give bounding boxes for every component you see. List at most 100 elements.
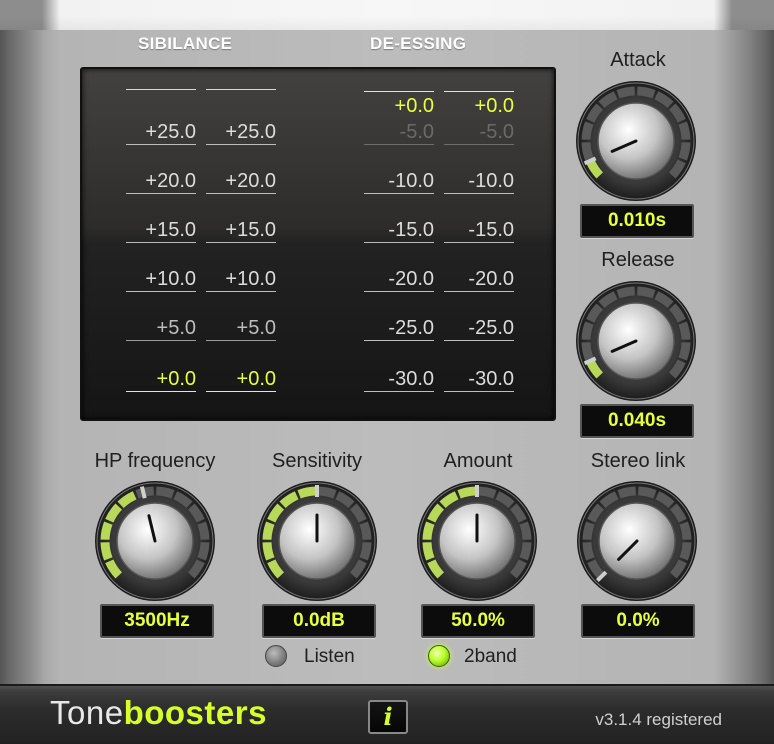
knob-ring-segment: [679, 521, 692, 540]
release-knob[interactable]: [575, 280, 697, 402]
sibilance-tick-right: +25.0: [206, 121, 276, 145]
toneboosters-logo: Toneboosters: [50, 694, 267, 732]
info-icon: i: [383, 702, 393, 731]
knob-ring-segment: [422, 542, 435, 561]
stereo-link-value-display: 0.0%: [581, 604, 695, 638]
sibilance-tick-left: +25.0: [126, 121, 196, 145]
knob-ring-segment: [100, 521, 113, 540]
footer-bar: Toneboosters i v3.1.4 registered: [0, 684, 774, 744]
version-label: v3.1.4 registered: [595, 710, 722, 729]
sensitivity-knob[interactable]: [256, 480, 378, 602]
sibilance-meter-top-line-left: [126, 89, 196, 90]
knob-ring-segment: [582, 521, 595, 540]
sibilance-tick-left: +5.0: [126, 317, 196, 341]
knob-ring-segment: [262, 521, 275, 540]
top-strip: [0, 0, 774, 30]
knob-ring-segment: [478, 486, 497, 499]
sibilance-tick-right: +15.0: [206, 219, 276, 243]
knob-ring-segment: [197, 521, 210, 540]
deessing-tick-right: -5.0: [444, 121, 514, 145]
2band-led-icon[interactable]: [428, 645, 450, 667]
sibilance-tick-left: +20.0: [126, 170, 196, 194]
attack-value-display: 0.010s: [580, 204, 694, 238]
knob-ring-segment: [678, 121, 691, 140]
knob-ring-segment: [519, 542, 532, 561]
knob-ring-segment: [581, 321, 594, 340]
hp-frequency-label: HP frequency: [94, 450, 216, 472]
hp-knob-graphic: [95, 481, 215, 601]
knob-ring-segment: [678, 342, 691, 361]
sibilance-tick-left: +10.0: [126, 268, 196, 292]
knob-ring-segment: [318, 486, 337, 499]
hp-frequency-knob[interactable]: [94, 480, 216, 602]
sensitivity-value-display: 0.0dB: [262, 604, 376, 638]
knob-ring-segment: [679, 542, 692, 561]
sibilance-tick-left: +15.0: [126, 219, 196, 243]
sibilance-tick-right: +20.0: [206, 170, 276, 194]
deessing-tick-left: -5.0: [364, 121, 434, 145]
sibilance-tick-right-active: +0.0: [206, 368, 276, 392]
knob-ring-segment: [617, 486, 636, 499]
deessing-title: DE-ESSING: [370, 34, 467, 53]
deessing-tick-left: -15.0: [364, 219, 434, 243]
attack-label: Attack: [610, 49, 666, 71]
stereo-knob-graphic: [577, 481, 697, 601]
logo-text-part2: boosters: [123, 694, 267, 731]
deessing-tick-left-active: +0.0: [394, 95, 434, 117]
knob-ring-segment: [678, 142, 691, 161]
deessing-tick-left: -30.0: [364, 368, 434, 392]
deessing-tick-right: -15.0: [444, 219, 514, 243]
stereo-link-knob[interactable]: [576, 480, 698, 602]
knob-ring-segment: [616, 286, 635, 299]
deessing-meter-top-line-right: [444, 91, 514, 92]
amount-knob-graphic: [417, 481, 537, 601]
release-value-display: 0.040s: [580, 404, 694, 438]
knob-ring-segment: [637, 86, 656, 99]
deessing-tick-right: -30.0: [444, 368, 514, 392]
level-meter: +25.0 +25.0 +20.0 +20.0 +15.0 +15.0 +10.…: [80, 67, 556, 421]
knob-ring-segment: [581, 342, 594, 361]
release-label: Release: [601, 249, 675, 271]
sibilance-meter-top-line-right: [206, 89, 276, 90]
knob-ring-segment: [197, 542, 210, 561]
deessing-tick-right: -20.0: [444, 268, 514, 292]
release-knob-graphic: [576, 281, 696, 401]
deessing-tick-left: -10.0: [364, 170, 434, 194]
knob-ring-segment: [519, 521, 532, 540]
attack-knob[interactable]: [575, 80, 697, 202]
knob-ring-segment: [262, 542, 275, 561]
amount-knob[interactable]: [416, 480, 538, 602]
amount-label: Amount: [443, 450, 513, 472]
deessing-meter-top-line-left: [364, 91, 434, 92]
knob-position-mark: [139, 486, 147, 499]
knob-ring-segment: [297, 486, 316, 499]
knob-ring-segment: [359, 542, 372, 561]
knob-ring-segment: [457, 486, 476, 499]
knob-ring-segment: [359, 521, 372, 540]
knob-ring-segment: [616, 86, 635, 99]
attack-knob-graphic: [576, 81, 696, 201]
deessing-tick-right-active: +0.0: [474, 95, 514, 117]
knob-ring-segment: [581, 142, 594, 161]
knob-ring-segment: [156, 486, 175, 499]
knob-ring-segment: [678, 321, 691, 340]
amount-value-display: 50.0%: [421, 604, 535, 638]
deessing-tick-right: -25.0: [444, 317, 514, 341]
deessing-tick-left: -20.0: [364, 268, 434, 292]
deessing-tick-right: -10.0: [444, 170, 514, 194]
plugin-window: SIBILANCE DE-ESSING +25.0 +25.0 +20.0 +2…: [0, 0, 774, 744]
sibilance-title: SIBILANCE: [138, 34, 233, 53]
2band-label[interactable]: 2band: [464, 646, 517, 668]
listen-label[interactable]: Listen: [304, 646, 355, 668]
knob-ring-segment: [637, 286, 656, 299]
knob-ring-segment: [422, 521, 435, 540]
deessing-tick-left: -25.0: [364, 317, 434, 341]
sibilance-tick-right: +5.0: [206, 317, 276, 341]
logo-text-part1: Tone: [50, 694, 124, 731]
sensitivity-knob-graphic: [257, 481, 377, 601]
listen-led-icon[interactable]: [265, 645, 287, 667]
sibilance-tick-right: +10.0: [206, 268, 276, 292]
sensitivity-label: Sensitivity: [271, 450, 363, 472]
knob-ring-segment: [581, 121, 594, 140]
info-button[interactable]: i: [368, 700, 408, 734]
